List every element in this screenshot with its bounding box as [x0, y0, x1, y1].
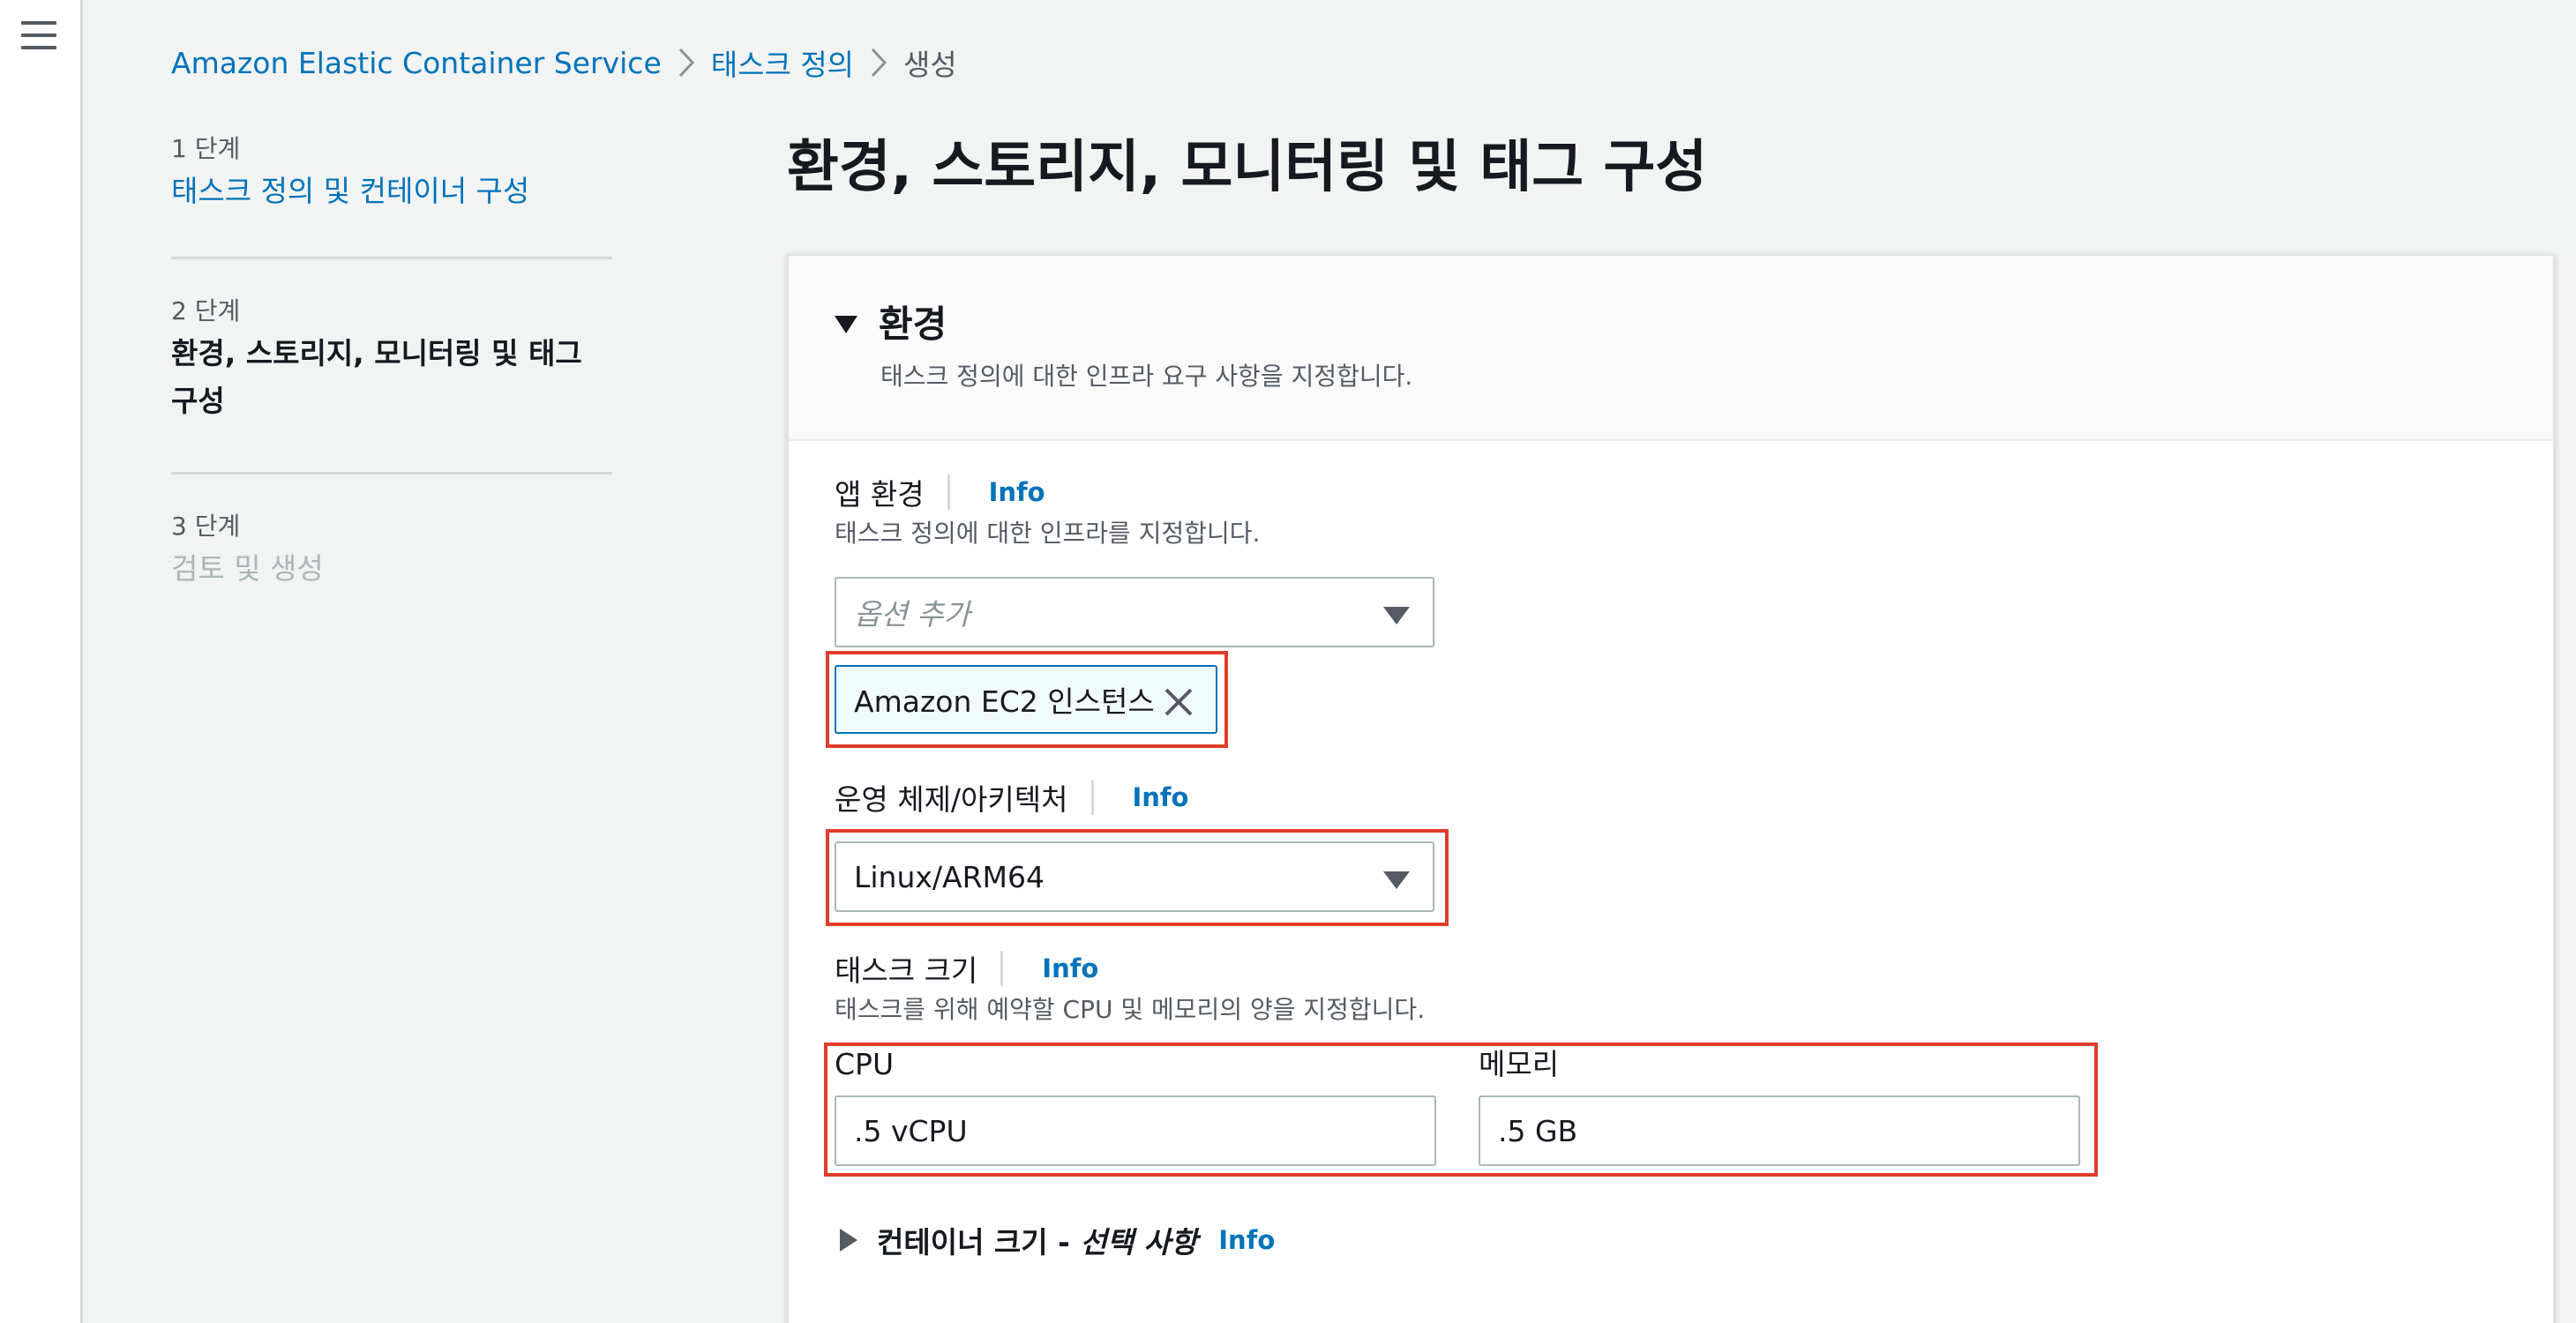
memory-label: 메모리 [1479, 1047, 1560, 1081]
chevron-right-icon [662, 45, 711, 80]
side-rail [0, 0, 83, 1323]
token-label: Amazon EC2 인스턴스 [854, 684, 1155, 719]
step-number: 2 단계 [171, 296, 241, 325]
caret-down-icon [1383, 607, 1410, 624]
step-link-container-config[interactable]: 태스크 정의 및 컨테이너 구성 [171, 168, 612, 215]
memory-input[interactable]: .5 GB [1479, 1095, 2080, 1166]
breadcrumb-create: 생성 [903, 48, 957, 82]
step-review-create: 검토 및 생성 [171, 551, 324, 586]
divider [1000, 951, 1004, 986]
divider [947, 475, 950, 510]
app-environment-label: 앱 환경 [835, 477, 925, 512]
caret-down-icon[interactable] [835, 316, 857, 333]
container-size-expander[interactable]: 컨테이너 크기 - 선택 사항 Info [840, 1217, 1275, 1263]
breadcrumb: Amazon Elastic Container Service 태스크 정의 … [171, 42, 957, 83]
breadcrumb-task-definitions[interactable]: 태스크 정의 [711, 41, 854, 84]
environment-panel: 환경 태스크 정의에 대한 인프라 요구 사항을 지정합니다. 앱 환경 Inf… [787, 254, 2555, 1323]
task-size-info-link[interactable]: Info [1042, 953, 1098, 983]
cpu-input[interactable]: .5 vCPU [835, 1095, 1436, 1166]
app-environment-description: 태스크 정의에 대한 인프라를 지정합니다. [835, 519, 1261, 548]
chevron-right-icon [854, 45, 903, 80]
container-size-title: 컨테이너 크기 - 선택 사항 [877, 1225, 1198, 1259]
breadcrumb-ecs[interactable]: Amazon Elastic Container Service [171, 46, 662, 80]
os-architecture-label: 운영 체제/아키텍처 [835, 782, 1068, 817]
task-size-label: 태스크 크기 [835, 953, 978, 988]
page-title: 환경, 스토리지, 모니터링 및 태그 구성 [787, 135, 1708, 200]
app-environment-placeholder: 옵션 추가 [854, 597, 970, 632]
step-number: 1 단계 [171, 134, 241, 163]
os-architecture-select[interactable]: Linux/ARM64 [835, 841, 1434, 912]
container-size-info-link[interactable]: Info [1218, 1225, 1275, 1255]
section-title: 환경 [879, 303, 947, 346]
app-environment-token: Amazon EC2 인스턴스 [835, 665, 1217, 734]
optional-label: 선택 사항 [1080, 1225, 1198, 1259]
app-environment-info-link[interactable]: Info [989, 477, 1045, 507]
wizard-steps: 1 단계 태스크 정의 및 컨테이너 구성 2 단계 환경, 스토리지, 모니터… [171, 131, 612, 593]
caret-right-icon [840, 1229, 857, 1252]
cpu-label: CPU [835, 1047, 895, 1081]
os-architecture-info-link[interactable]: Info [1133, 782, 1189, 812]
task-size-field: 태스크 크기 Info 태스크를 위해 예약할 CPU 및 메모리의 양을 지정… [835, 946, 1425, 1028]
wizard-step-3: 3 단계 검토 및 생성 [171, 475, 612, 593]
os-architecture-field: 운영 체제/아키텍처 Info [835, 774, 1188, 820]
hamburger-menu-icon[interactable] [21, 21, 56, 51]
app-environment-select[interactable]: 옵션 추가 [835, 577, 1434, 647]
close-icon[interactable] [1163, 686, 1194, 718]
wizard-step-2: 2 단계 환경, 스토리지, 모니터링 및 태그 구성 [171, 259, 612, 475]
wizard-step-1: 1 단계 태스크 정의 및 컨테이너 구성 [171, 131, 612, 259]
divider [1090, 780, 1094, 815]
task-size-description: 태스크를 위해 예약할 CPU 및 메모리의 양을 지정합니다. [835, 995, 1426, 1024]
section-description: 태스크 정의에 대한 인프라 요구 사항을 지정합니다. [880, 362, 1413, 391]
app-environment-field: 앱 환경 Info 태스크 정의에 대한 인프라를 지정합니다. [835, 469, 1260, 552]
step-current-environment: 환경, 스토리지, 모니터링 및 태그 구성 [171, 336, 582, 418]
caret-down-icon [1383, 871, 1410, 889]
step-number: 3 단계 [171, 512, 241, 541]
os-architecture-value: Linux/ARM64 [854, 859, 1045, 894]
environment-header[interactable]: 환경 태스크 정의에 대한 인프라 요구 사항을 지정합니다. [789, 256, 2553, 441]
